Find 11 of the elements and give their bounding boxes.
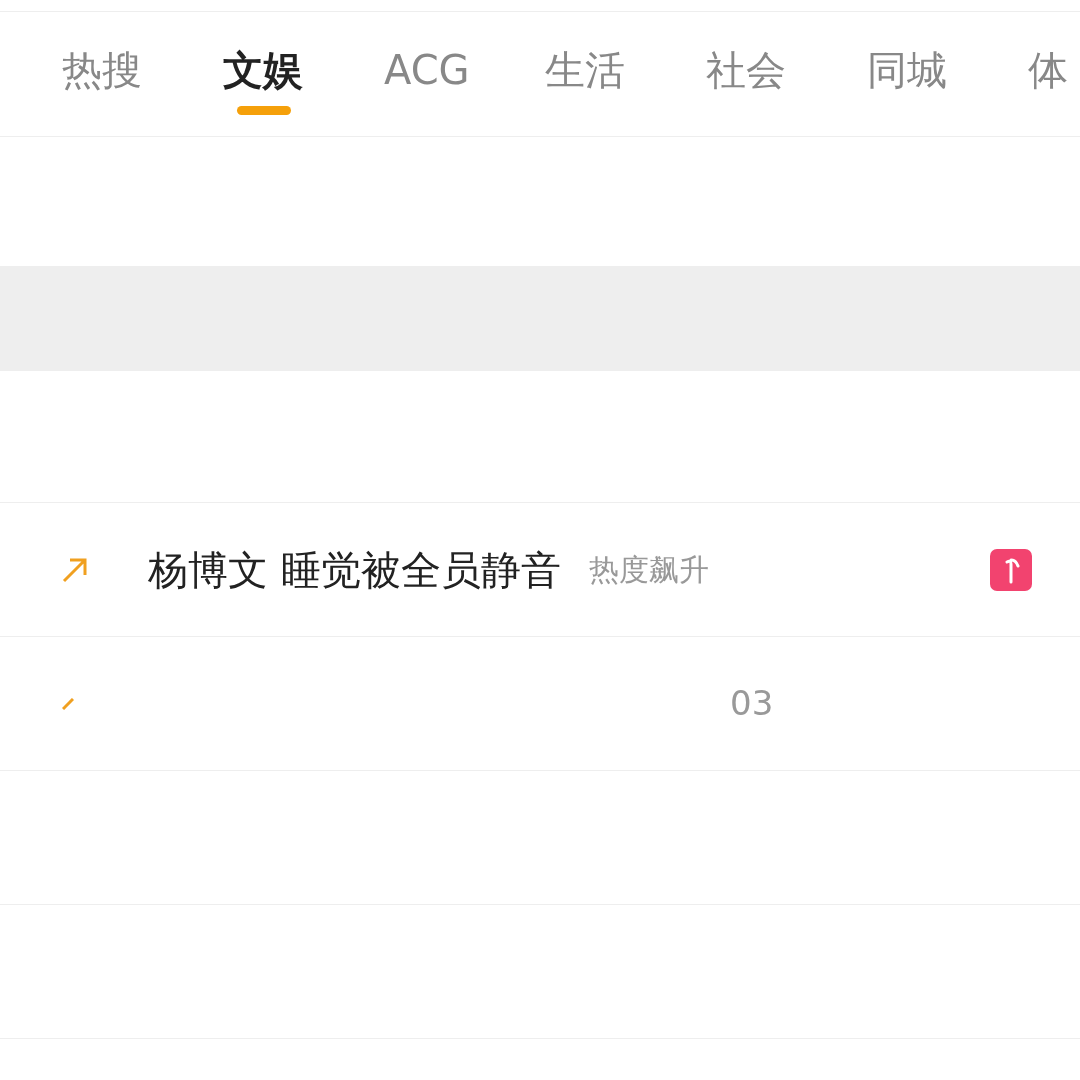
topic-title[interactable]: 杨博文 睡觉被全员静音 [148,539,561,600]
category-tab[interactable]: ACG [384,12,545,136]
category-tab[interactable]: 热搜 [62,12,223,136]
rising-badge-icon [990,548,1032,591]
topic-number: 03 [730,682,774,725]
category-tab[interactable]: 体 [1028,12,1080,136]
category-tab[interactable]: 文娱 [223,12,384,136]
category-tab[interactable]: 生活 [545,12,706,136]
category-tab[interactable]: 社会 [706,12,867,136]
topic-tag: 热度飙升 [588,547,709,592]
category-tab[interactable]: 同城 [867,12,1028,136]
